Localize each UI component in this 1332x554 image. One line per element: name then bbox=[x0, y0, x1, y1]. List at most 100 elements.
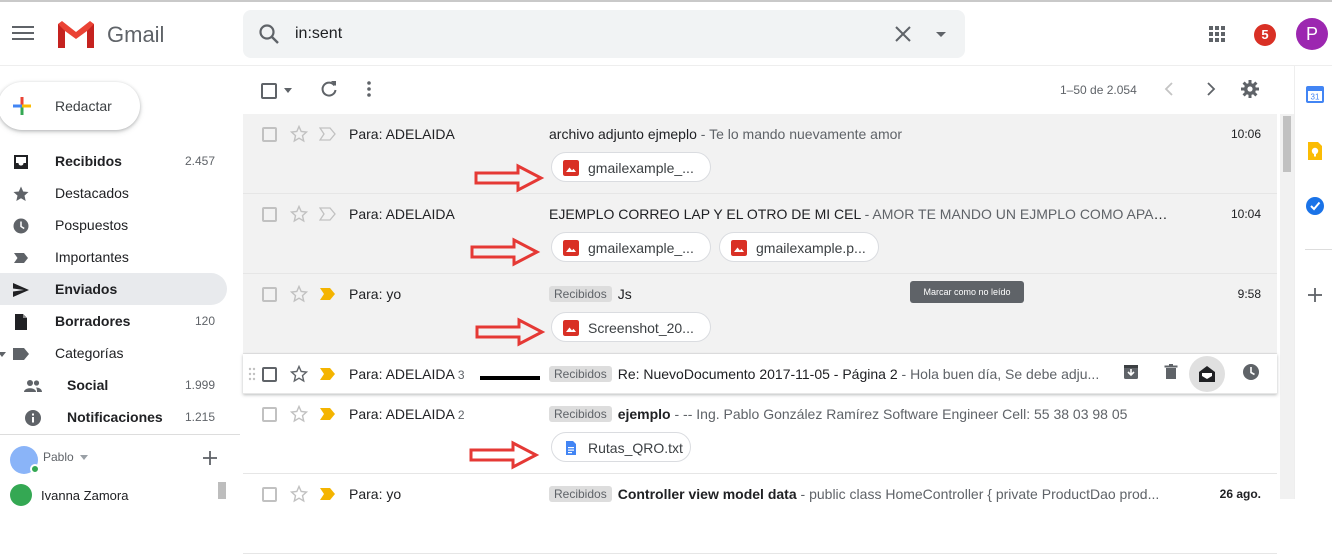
people-icon bbox=[24, 380, 42, 392]
sender-name: Para: ADELAIDA bbox=[349, 366, 455, 382]
search-icon[interactable] bbox=[257, 22, 281, 46]
apps-grid-icon[interactable] bbox=[1205, 22, 1229, 46]
image-file-icon bbox=[563, 320, 579, 336]
chevron-left-icon[interactable] bbox=[1161, 80, 1179, 98]
trash-icon[interactable] bbox=[1161, 362, 1181, 382]
row-checkbox[interactable] bbox=[262, 127, 277, 142]
close-icon[interactable] bbox=[891, 22, 915, 46]
attachment-chip[interactable]: gmailexample_... bbox=[551, 232, 711, 262]
sidebar-item-count: 1.215 bbox=[184, 410, 215, 424]
caret-down-icon[interactable] bbox=[929, 22, 953, 46]
sidebar-item-label: Pospuestos bbox=[55, 217, 129, 233]
email-subject: Controller view model data bbox=[617, 486, 797, 502]
important-marker-icon[interactable] bbox=[319, 287, 337, 301]
star-icon[interactable] bbox=[290, 485, 308, 503]
important-marker-icon[interactable] bbox=[319, 127, 337, 141]
hangouts-user-name[interactable]: Pablo bbox=[43, 450, 74, 464]
select-all-checkbox[interactable] bbox=[261, 83, 277, 99]
svg-text:31: 31 bbox=[1311, 93, 1320, 102]
chevron-right-icon[interactable] bbox=[1201, 80, 1219, 98]
red-arrow-annotation bbox=[474, 163, 545, 193]
add-addon-icon[interactable] bbox=[1305, 285, 1325, 305]
refresh-icon[interactable] bbox=[319, 79, 339, 99]
sidebar-scrollbar[interactable] bbox=[218, 482, 226, 499]
drag-handle-icon[interactable] bbox=[247, 366, 257, 382]
star-icon[interactable] bbox=[290, 125, 308, 143]
row-checkbox[interactable] bbox=[262, 367, 277, 382]
red-arrow-annotation bbox=[475, 317, 546, 347]
calendar-icon[interactable]: 31 bbox=[1305, 84, 1325, 104]
plus-icon bbox=[13, 97, 31, 115]
sidebar-item-destacados[interactable]: Destacados bbox=[0, 177, 227, 209]
email-row[interactable]: Para: ADELAIDA 2 Recibidos ejemplo - -- In… bbox=[243, 394, 1277, 474]
account-avatar[interactable]: P bbox=[1296, 18, 1328, 50]
attachment-chip[interactable]: gmailexample.p... bbox=[719, 232, 879, 262]
clock-icon bbox=[13, 218, 29, 234]
snooze-clock-icon[interactable] bbox=[1241, 362, 1261, 382]
search-input[interactable] bbox=[295, 22, 875, 46]
row-checkbox[interactable] bbox=[262, 207, 277, 222]
email-row[interactable]: Para: ADELAIDA archivo adjunto ejmeplo -… bbox=[243, 114, 1277, 194]
caret-down-icon[interactable] bbox=[283, 85, 293, 95]
label-tag[interactable]: Recibidos bbox=[549, 406, 612, 422]
notification-badge[interactable]: 5 bbox=[1254, 24, 1276, 46]
list-scrollbar[interactable] bbox=[1280, 114, 1294, 499]
email-snippet: - Hola buen día, Se debe adju... bbox=[897, 366, 1100, 382]
label-icon bbox=[13, 348, 29, 360]
star-icon[interactable] bbox=[290, 205, 308, 223]
sidebar-item-importantes[interactable]: Importantes bbox=[0, 241, 227, 273]
star-icon[interactable] bbox=[290, 365, 308, 383]
attachment-chip[interactable]: Screenshot_20... bbox=[551, 312, 711, 342]
caret-down-icon[interactable] bbox=[0, 350, 6, 358]
sidebar-item-enviados[interactable]: Enviados bbox=[0, 273, 227, 305]
compose-button[interactable]: Redactar bbox=[0, 82, 140, 130]
gmail-logo-icon[interactable] bbox=[56, 18, 96, 50]
add-contact-icon[interactable] bbox=[200, 448, 220, 468]
sidebar-item-categorias[interactable]: Categorías bbox=[0, 337, 227, 369]
email-row[interactable]: Para: ADELAIDA 3 Recibidos Re: NuevoDocume… bbox=[243, 354, 1277, 394]
label-tag[interactable]: Recibidos bbox=[549, 286, 612, 302]
gear-icon[interactable] bbox=[1240, 79, 1260, 99]
contact-avatar[interactable] bbox=[10, 484, 32, 506]
row-checkbox[interactable] bbox=[262, 407, 277, 422]
sidebar-item-pospuestos[interactable]: Pospuestos bbox=[0, 209, 227, 241]
archive-icon[interactable] bbox=[1121, 362, 1141, 382]
envelope-icon bbox=[1199, 366, 1215, 382]
important-marker-icon[interactable] bbox=[319, 207, 337, 221]
email-row[interactable]: Para: ADELAIDA EJEMPLO CORREO LAP Y EL O… bbox=[243, 194, 1277, 274]
sidebar-item-social[interactable]: Social 1.999 bbox=[0, 369, 227, 401]
more-vert-icon[interactable] bbox=[359, 79, 379, 99]
row-checkbox[interactable] bbox=[262, 487, 277, 502]
keep-icon[interactable] bbox=[1305, 141, 1325, 161]
email-snippet: - public class HomeController { private … bbox=[796, 486, 1160, 502]
important-icon bbox=[14, 253, 28, 263]
mark-unread-button[interactable] bbox=[1189, 356, 1225, 392]
email-subject-line: EJEMPLO CORREO LAP Y EL OTRO DE MI CEL -… bbox=[549, 206, 1169, 222]
tasks-icon[interactable] bbox=[1305, 196, 1325, 216]
email-subject: archivo adjunto ejmeplo bbox=[549, 126, 697, 142]
important-marker-icon[interactable] bbox=[319, 407, 337, 421]
label-tag[interactable]: Recibidos bbox=[549, 486, 612, 502]
star-icon[interactable] bbox=[290, 285, 308, 303]
row-checkbox[interactable] bbox=[262, 287, 277, 302]
sidebar-item-borradores[interactable]: Borradores 120 bbox=[0, 305, 227, 337]
main-menu-icon[interactable] bbox=[12, 22, 34, 44]
email-row[interactable]: Para: yo Recibidos Js 9:58 Screenshot_20.… bbox=[243, 274, 1277, 354]
caret-down-icon[interactable] bbox=[80, 455, 88, 461]
side-panel: 31 bbox=[1294, 66, 1332, 499]
important-marker-icon[interactable] bbox=[319, 367, 337, 381]
email-row[interactable]: Para: yo Recibidos Controller view model … bbox=[243, 474, 1277, 554]
star-icon[interactable] bbox=[290, 405, 308, 423]
sidebar-item-recibidos[interactable]: Recibidos 2.457 bbox=[0, 145, 227, 177]
contact-name[interactable]: Ivanna Zamora bbox=[41, 488, 128, 503]
label-tag[interactable]: Recibidos bbox=[549, 366, 612, 382]
email-subject-line: Recibidos ejemplo - -- Ing. Pablo Gonzále… bbox=[549, 406, 1169, 422]
sidebar-item-notificaciones[interactable]: Notificaciones 1.215 bbox=[0, 401, 227, 433]
sender-name: Para: yo bbox=[349, 286, 402, 302]
sender-name: Para: yo bbox=[349, 486, 402, 502]
email-subject-line: archivo adjunto ejmeplo - Te lo mando nu… bbox=[549, 126, 1169, 142]
scrollbar-thumb[interactable] bbox=[1283, 116, 1291, 172]
attachment-chip[interactable]: gmailexample_... bbox=[551, 152, 711, 182]
attachment-chip[interactable]: Rutas_QRO.txt bbox=[551, 432, 691, 462]
sender-name: Para: ADELAIDA bbox=[349, 406, 455, 422]
